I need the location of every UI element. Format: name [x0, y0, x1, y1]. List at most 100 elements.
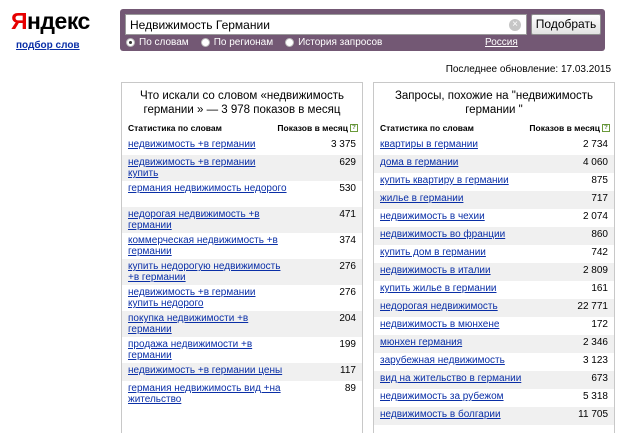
phrase-link[interactable]: коммерческая недвижимость +в германии — [128, 235, 288, 257]
phrase-link[interactable]: дома в германии — [380, 157, 458, 171]
impressions-count: 89 — [344, 383, 356, 394]
mode-selector: По словам По регионам История запросов — [126, 37, 394, 48]
table-row: недвижимость в болгарии 11 705 — [374, 407, 614, 425]
impressions-count: 4 060 — [582, 157, 608, 168]
wordstat-link[interactable]: подбор слов — [16, 40, 80, 51]
impressions-count: 3 375 — [330, 139, 356, 150]
search-box: × Подобрать По словам По регионам История … — [120, 9, 605, 51]
impressions-count: 2 734 — [582, 139, 608, 150]
table-row: недвижимость +в германии 3 375 — [122, 137, 362, 155]
phrase-link[interactable]: недвижимость +в германии купить — [128, 157, 288, 179]
mode-label: История запросов — [298, 37, 383, 48]
table-row: недорогая недвижимость +в германии 471 — [122, 207, 362, 233]
table-row: недвижимость +в германии цены 117 — [122, 363, 362, 381]
phrase-link[interactable]: недвижимость в чехии — [380, 211, 485, 225]
right-rows: квартиры в германии 2 734 дома в германии 4… — [374, 137, 614, 425]
left-column-headers: Статистика по словам Показов в месяц? — [122, 121, 362, 135]
impressions-count: 629 — [339, 157, 356, 168]
mode-label: По словам — [139, 37, 189, 48]
phrase-link[interactable]: купить квартиру в германии — [380, 175, 509, 189]
impressions-count: 374 — [339, 235, 356, 246]
phrase-link[interactable]: квартиры в германии — [380, 139, 478, 153]
right-panel-title: Запросы, похожие на "недвижимость герман… — [394, 90, 594, 116]
logo-rest: ндекс — [27, 8, 90, 34]
left-panel-title: Что искали со словом «недвижимость герма… — [139, 90, 345, 116]
table-row: купить жилье в германии 161 — [374, 281, 614, 299]
phrase-link[interactable]: покупка недвижимости +в германии — [128, 313, 288, 335]
radio-icon[interactable] — [126, 38, 135, 47]
phrase-link[interactable]: купить дом в германии — [380, 247, 486, 261]
impressions-count: 875 — [591, 175, 608, 186]
table-row: дома в германии 4 060 — [374, 155, 614, 173]
search-button[interactable]: Подобрать — [531, 14, 601, 35]
impressions-count: 2 074 — [582, 211, 608, 222]
table-row: недвижимость в мюнхене 172 — [374, 317, 614, 335]
logo-first-letter: Я — [11, 8, 28, 34]
right-column-headers: Статистика по словам Показов в месяц? — [374, 121, 614, 135]
table-row: недвижимость в италии 2 809 — [374, 263, 614, 281]
left-col-phrase-header: Статистика по словам — [128, 123, 222, 133]
phrase-link[interactable]: недорогая недвижимость +в германии — [128, 209, 288, 231]
mode-option[interactable]: По словам — [126, 37, 189, 48]
table-row: недвижимость во франции 860 — [374, 227, 614, 245]
impressions-count: 117 — [340, 365, 356, 376]
phrase-link[interactable]: купить недорогую недвижимость +в германи… — [128, 261, 288, 283]
impressions-count: 276 — [339, 261, 356, 272]
clear-icon[interactable]: × — [509, 19, 521, 31]
table-row: недвижимость +в германии купить недорого… — [122, 285, 362, 311]
impressions-count: 673 — [591, 373, 608, 384]
table-row: недорогая недвижимость 22 771 — [374, 299, 614, 317]
phrase-link[interactable]: германия недвижимость вид +на жительство — [128, 383, 288, 405]
impressions-count: 471 — [339, 209, 356, 220]
phrase-link[interactable]: купить жилье в германии — [380, 283, 497, 297]
impressions-count: 11 705 — [578, 409, 608, 420]
phrase-link[interactable]: недвижимость в мюнхене — [380, 319, 499, 333]
phrase-link[interactable]: германия недвижимость недорого — [128, 183, 287, 205]
impressions-count: 860 — [591, 229, 608, 240]
phrase-link[interactable]: недвижимость за рубежом — [380, 391, 504, 405]
table-row: купить дом в германии 742 — [374, 245, 614, 263]
impressions-count: 3 123 — [582, 355, 608, 366]
phrase-link[interactable]: мюнхен германия — [380, 337, 462, 351]
phrase-link[interactable]: недорогая недвижимость — [380, 301, 498, 315]
impressions-count: 172 — [591, 319, 608, 330]
impressions-count: 2 346 — [582, 337, 608, 348]
help-icon[interactable]: ? — [602, 124, 610, 132]
phrase-link[interactable]: зарубежная недвижимость — [380, 355, 505, 369]
impressions-count: 742 — [591, 247, 608, 258]
left-rows: недвижимость +в германии 3 375 недвижимост… — [122, 137, 362, 407]
yandex-logo[interactable]: Яндекс — [11, 8, 90, 34]
phrase-link[interactable]: недвижимость в болгарии — [380, 409, 501, 423]
table-row: квартиры в германии 2 734 — [374, 137, 614, 155]
phrase-link[interactable]: продажа недвижимости +в германии — [128, 339, 288, 361]
region-link[interactable]: Россия — [485, 37, 518, 48]
left-col-count-header: Показов в месяц — [277, 123, 348, 133]
impressions-count: 2 809 — [582, 265, 608, 276]
phrase-link[interactable]: недвижимость во франции — [380, 229, 505, 243]
phrase-link[interactable]: недвижимость в италии — [380, 265, 491, 279]
table-row: зарубежная недвижимость 3 123 — [374, 353, 614, 371]
mode-option[interactable]: История запросов — [285, 37, 382, 48]
right-col-count-header: Показов в месяц — [529, 123, 600, 133]
phrase-link[interactable]: недвижимость +в германии цены — [128, 365, 282, 379]
table-row: недвижимость в чехии 2 074 — [374, 209, 614, 227]
left-panel: Что искали со словом «недвижимость герма… — [121, 82, 363, 433]
last-update: Последнее обновление: 17.03.2015 — [445, 64, 611, 75]
right-col-phrase-header: Статистика по словам — [380, 123, 474, 133]
table-row: вид на жительство в германии 673 — [374, 371, 614, 389]
phrase-link[interactable]: вид на жительство в германии — [380, 373, 521, 387]
phrase-link[interactable]: недвижимость +в германии купить недорого — [128, 287, 288, 309]
right-panel: Запросы, похожие на "недвижимость герман… — [373, 82, 615, 433]
mode-label: По регионам — [213, 37, 274, 48]
phrase-link[interactable]: недвижимость +в германии — [128, 139, 256, 153]
table-row: германия недвижимость недорого 530 — [122, 181, 362, 207]
mode-option[interactable]: По регионам — [200, 37, 274, 48]
impressions-count: 717 — [591, 193, 608, 204]
table-row: мюнхен германия 2 346 — [374, 335, 614, 353]
radio-icon[interactable] — [200, 38, 210, 47]
help-icon[interactable]: ? — [350, 124, 358, 132]
phrase-link[interactable]: жилье в германии — [380, 193, 463, 207]
search-input[interactable] — [125, 14, 527, 35]
table-row: покупка недвижимости +в германии 204 — [122, 311, 362, 337]
radio-icon[interactable] — [285, 38, 295, 47]
